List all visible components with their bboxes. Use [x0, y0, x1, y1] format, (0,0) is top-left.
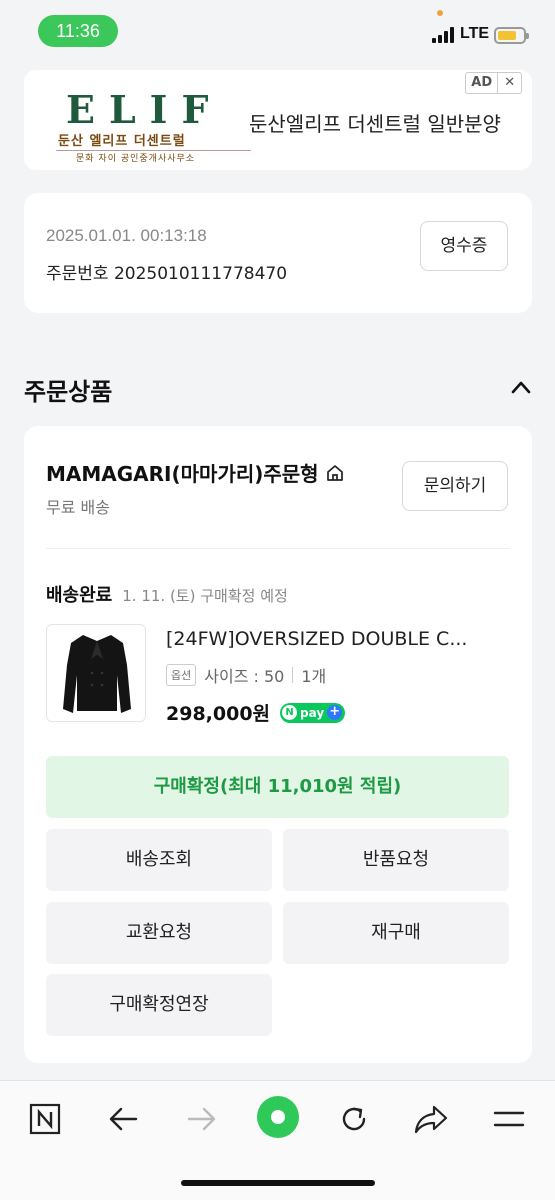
npay-badge: N pay +	[280, 702, 346, 723]
divider	[46, 548, 510, 549]
order-item-card: MAMAGARI(마마가리)주문형 무료 배송 문의하기 배송완료 1. 11.…	[24, 426, 532, 1063]
forward-icon[interactable]	[181, 1099, 221, 1139]
option-separator	[292, 667, 294, 683]
order-number: 주문번호 2025010111778470	[46, 264, 288, 284]
ad-banner[interactable]: ELIF 둔산 엘리프 더센트럴 문화 자이 공인중개사사무소 둔산엘리프 더센…	[24, 70, 532, 170]
ad-label: AD	[466, 73, 499, 93]
signal-icon	[432, 27, 456, 43]
chevron-up-icon[interactable]	[510, 378, 532, 396]
npay-n-icon: N	[282, 705, 298, 720]
shipping-fee: 무료 배송	[46, 498, 110, 517]
option-quantity: 1개	[301, 667, 327, 686]
ad-badge[interactable]: AD ✕	[465, 72, 522, 94]
exchange-request-button[interactable]: 교환요청	[46, 902, 272, 964]
product-price: 298,000원	[166, 703, 271, 725]
naver-home-icon[interactable]	[25, 1099, 65, 1139]
seller-name-label: MAMAGARI(마마가리)주문형	[46, 462, 319, 486]
reorder-button[interactable]: 재구매	[283, 902, 509, 964]
order-date: 2025.01.01. 00:13:18	[46, 226, 207, 245]
seller-name[interactable]: MAMAGARI(마마가리)주문형	[46, 458, 345, 487]
store-home-icon	[326, 464, 343, 481]
home-indicator	[181, 1180, 375, 1186]
green-dot-icon[interactable]	[256, 1095, 300, 1139]
coat-image	[63, 635, 131, 713]
npay-label: pay	[300, 705, 325, 720]
status-time: 11:36	[38, 15, 118, 47]
inquiry-button[interactable]: 문의하기	[402, 461, 508, 511]
track-delivery-button[interactable]: 배송조회	[46, 829, 272, 891]
delivery-status-line: 배송완료 1. 11. (토) 구매확정 예정	[46, 581, 288, 607]
recording-dot-icon	[437, 10, 443, 16]
product-name[interactable]: [24FW]OVERSIZED DOUBLE C...	[166, 628, 511, 650]
purchase-confirm-button[interactable]: 구매확정(최대 11,010원 적립)	[46, 756, 509, 818]
ad-logo: ELIF 둔산 엘리프 더센트럴 문화 자이 공인중개사사무소	[56, 87, 251, 164]
ad-logo-agency: 문화 자이 공인중개사사무소	[56, 150, 251, 164]
network-label: LTE	[460, 25, 490, 42]
option-tag: 옵션	[166, 664, 197, 686]
share-icon[interactable]	[411, 1099, 451, 1139]
order-info-card: 2025.01.01. 00:13:18 주문번호 20250101117784…	[24, 193, 532, 313]
option-size: 사이즈 : 50	[204, 667, 285, 686]
npay-plus-icon: +	[327, 705, 343, 720]
ad-text: 둔산엘리프 더센트럴 일반분양	[249, 112, 501, 136]
status-bar: 11:36 LTE	[0, 0, 555, 62]
extend-confirm-button[interactable]: 구매확정연장	[46, 974, 272, 1036]
ad-logo-word: ELIF	[66, 87, 223, 132]
menu-icon[interactable]	[489, 1099, 529, 1139]
return-request-button[interactable]: 반품요청	[283, 829, 509, 891]
battery-icon	[494, 27, 529, 44]
receipt-button[interactable]: 영수증	[420, 221, 508, 271]
ad-close-icon[interactable]: ✕	[498, 73, 521, 93]
delivery-note: 1. 11. (토) 구매확정 예정	[122, 587, 288, 605]
ad-logo-subtitle: 둔산 엘리프 더센트럴	[58, 134, 186, 149]
product-thumbnail[interactable]	[46, 624, 146, 722]
back-icon[interactable]	[104, 1099, 144, 1139]
section-title: 주문상품	[24, 378, 113, 406]
product-options: 옵션 사이즈 : 50 1개	[166, 663, 326, 687]
delivery-status: 배송완료	[46, 585, 113, 606]
price-row: 298,000원 N pay +	[166, 699, 346, 726]
refresh-icon[interactable]	[334, 1099, 374, 1139]
